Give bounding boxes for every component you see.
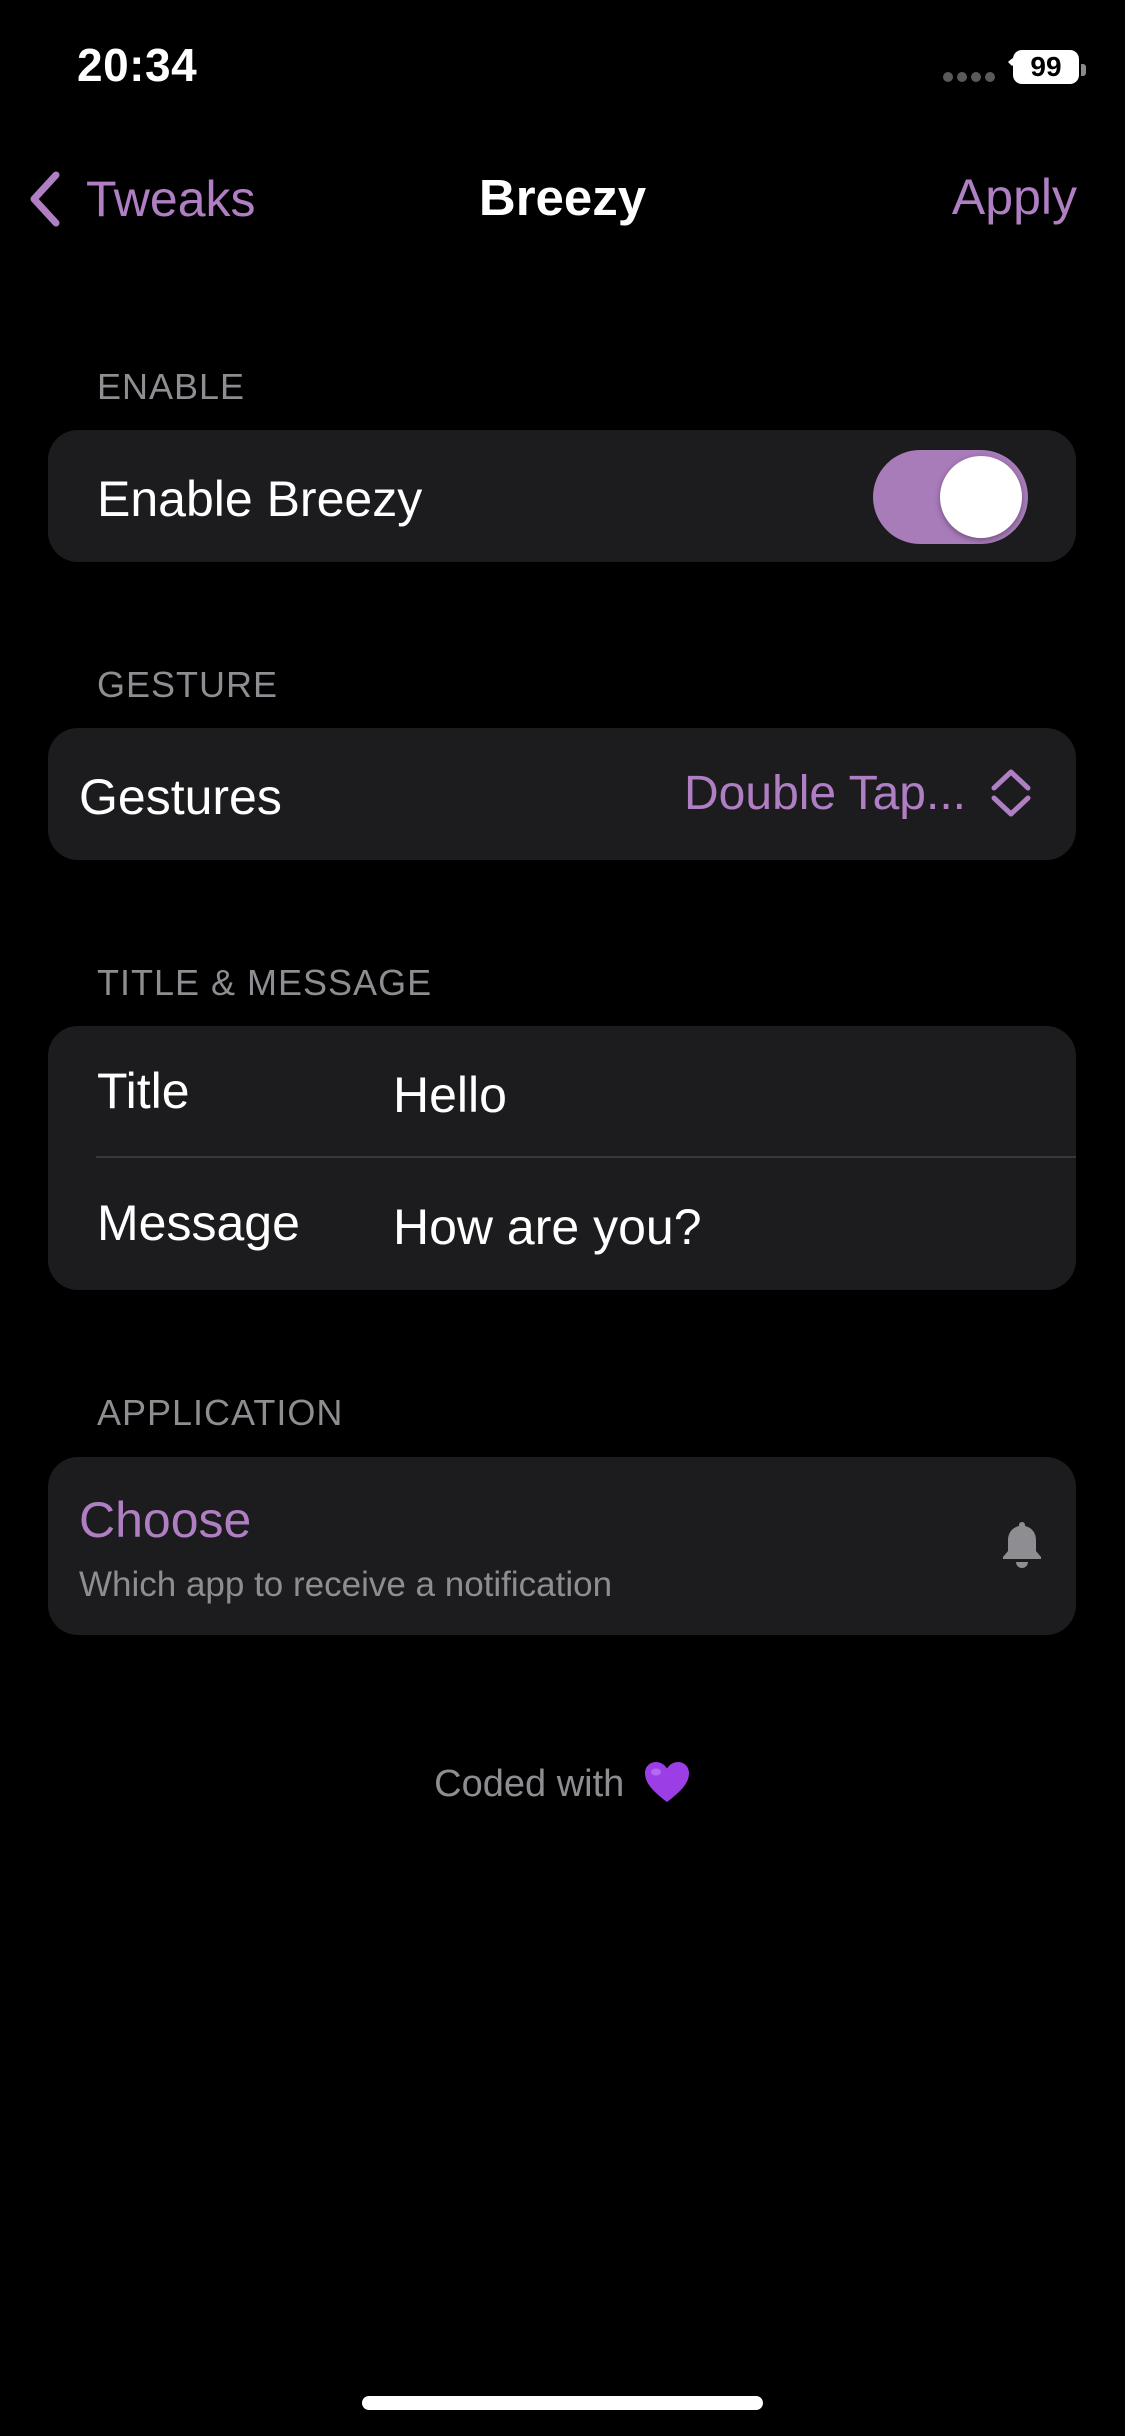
gesture-picker-value: Double Tap... [684, 766, 966, 820]
message-field[interactable]: How are you? [393, 1198, 702, 1256]
title-message-group: Title Hello Message How are you? [48, 1026, 1076, 1290]
choose-subtitle: Which app to receive a notification [79, 1565, 613, 1604]
footer-text: Coded with [434, 1763, 625, 1805]
toggle-knob [940, 456, 1022, 538]
breezy-settings-screen: 20:34 99 Tweaks Breezy Apply ENABLE Enab… [0, 0, 1125, 2436]
section-header-enable: ENABLE [97, 366, 246, 407]
chevron-up-down-icon [991, 769, 1031, 817]
title-label: Title [97, 1063, 190, 1119]
home-indicator[interactable] [362, 2396, 763, 2410]
message-label: Message [97, 1195, 300, 1251]
enable-breezy-label: Enable Breezy [97, 471, 423, 527]
battery-nub [1081, 64, 1086, 76]
purple-heart-icon [644, 1762, 689, 1802]
footer: Coded with [0, 1760, 1125, 1806]
choose-app-row[interactable]: Choose Which app to receive a notificati… [48, 1457, 1076, 1635]
gestures-label: Gestures [79, 769, 282, 825]
apply-button[interactable]: Apply [952, 168, 1077, 226]
gesture-picker[interactable]: Double Tap... [684, 728, 1034, 858]
row-divider [96, 1156, 1076, 1158]
signal-icon [943, 72, 997, 82]
status-time: 20:34 [77, 39, 198, 91]
choose-label: Choose [79, 1492, 252, 1548]
section-header-gesture: GESTURE [97, 664, 279, 705]
title-field[interactable]: Hello [393, 1066, 507, 1124]
battery-icon: 99 [1013, 50, 1086, 84]
enable-breezy-toggle[interactable] [873, 450, 1028, 544]
battery-level: 99 [1030, 51, 1062, 82]
enable-group: Enable Breezy [48, 430, 1076, 562]
section-header-application: APPLICATION [97, 1392, 344, 1433]
section-header-title-message: TITLE & MESSAGE [97, 962, 433, 1003]
bell-icon [1003, 1522, 1041, 1568]
gesture-group: Gestures Double Tap... [48, 728, 1076, 860]
